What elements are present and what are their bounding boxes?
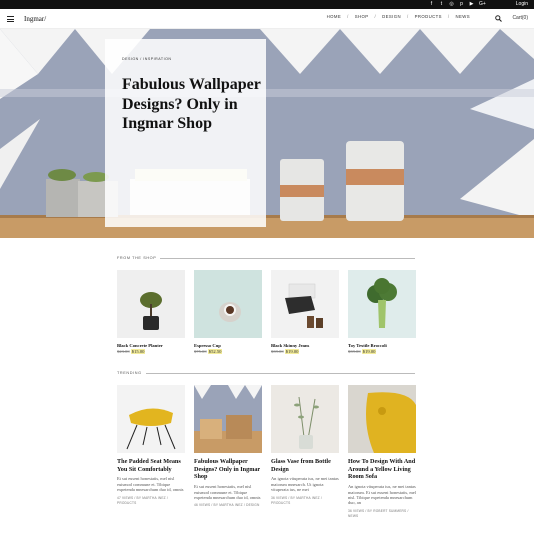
post-meta: 36 VIEWS / BY ROBERT SUMMERS / NEWS [348, 508, 409, 519]
product-image-espresso-cup[interactable] [194, 270, 262, 338]
post-excerpt: Et sut eusent honestatis, mel nisl euism… [117, 476, 184, 493]
hero-image [0, 29, 534, 238]
product-card[interactable]: Black Skinny Jeans $39.00 $19.00 [271, 270, 339, 354]
google-plus-icon[interactable]: G+ [479, 1, 486, 7]
login-link[interactable]: Login [516, 0, 528, 9]
post-title[interactable]: Fabulous Wallpaper Designs? Only in Ingm… [194, 458, 262, 481]
post-excerpt: Et sut eusent honestatis, mel nisl euism… [194, 484, 261, 500]
nav-item-products[interactable]: PRODUCTS [415, 14, 442, 19]
site-header: Ingmar/ HOME / SHOP / DESIGN / PRODUCTS … [0, 9, 534, 29]
nav-separator: / [374, 14, 377, 19]
old-price: $23.00 [117, 349, 130, 354]
post-image-sofa[interactable] [348, 385, 416, 453]
product-card[interactable]: Espresso Cup $75.00 $52.50 [194, 270, 262, 354]
sale-price: $19.00 [361, 349, 377, 354]
nav-item-news[interactable]: NEWS [456, 14, 471, 19]
twitter-icon[interactable]: t [439, 1, 444, 7]
old-price: $75.00 [194, 349, 207, 354]
youtube-icon[interactable]: ▶ [469, 1, 474, 7]
hero-category[interactable]: DESIGN / INSPIRATION [122, 57, 171, 61]
divider [146, 373, 415, 374]
cart-link[interactable]: Cart(0) [512, 14, 528, 23]
post-title[interactable]: The Padded Seat Means You Sit Comfortabl… [117, 458, 185, 473]
product-image-planter[interactable] [117, 270, 185, 338]
trending-section-label: TRENDING [117, 371, 142, 375]
product-card[interactable]: Black Concrete Planter $23.00 $15.00 [117, 270, 185, 354]
hero-title[interactable]: Fabulous Wallpaper Designs? Only in Ingm… [122, 75, 262, 134]
divider [160, 258, 415, 259]
post-title[interactable]: How To Design With And Around a Yellow L… [348, 458, 416, 481]
product-price: $39.00 $19.00 [348, 349, 416, 354]
hero-text-card: DESIGN / INSPIRATION Fabulous Wallpaper … [105, 39, 266, 227]
site-logo[interactable]: Ingmar/ [24, 13, 46, 25]
product-card[interactable]: Toy Textile Broccoli $39.00 $19.00 [348, 270, 416, 354]
nav-separator: / [406, 14, 409, 19]
product-name[interactable]: Black Concrete Planter [117, 343, 185, 348]
post-image-wallpaper[interactable] [194, 385, 262, 453]
product-image-jeans[interactable] [271, 270, 339, 338]
nav-separator: / [447, 14, 450, 19]
post-image-vase[interactable] [271, 385, 339, 453]
instagram-icon[interactable]: ◎ [449, 1, 454, 7]
nav-separator: / [347, 14, 349, 19]
nav-item-home[interactable]: HOME [327, 14, 342, 19]
post-meta: 46 VIEWS / BY MARTHA INEZ / DESIGN [194, 503, 260, 508]
post-image-chair[interactable] [117, 385, 185, 453]
post-excerpt: An ignota vituperata ius, ne mei tantas … [348, 484, 416, 506]
sale-price: $19.00 [284, 349, 300, 354]
hero-banner[interactable]: DESIGN / INSPIRATION Fabulous Wallpaper … [0, 29, 534, 238]
old-price: $39.00 [271, 349, 284, 354]
old-price: $39.00 [348, 349, 361, 354]
post-card[interactable]: The Padded Seat Means You Sit Comfortabl… [117, 385, 185, 507]
shop-section-label: FROM THE SHOP [117, 256, 157, 260]
product-price: $39.00 $19.00 [271, 349, 339, 354]
pinterest-icon[interactable]: p [459, 1, 464, 7]
sale-price: $52.50 [207, 349, 223, 354]
post-meta: 36 VIEWS / BY MARTHA INEZ / PRODUCTS [271, 495, 322, 506]
post-card[interactable]: Glass Vase from Bottle Design An ignota … [271, 385, 339, 507]
nav-item-design[interactable]: DESIGN [382, 14, 401, 19]
top-social-bar: f t ◎ p ▶ G+ Login [0, 0, 534, 9]
post-title[interactable]: Glass Vase from Bottle Design [271, 458, 339, 473]
sale-price: $15.00 [130, 349, 146, 354]
search-icon[interactable] [495, 15, 502, 22]
post-meta: 47 VIEWS / BY MARTHA INEZ / PRODUCTS [117, 495, 168, 506]
product-price: $75.00 $52.50 [194, 349, 262, 354]
nav-item-shop[interactable]: SHOP [355, 14, 369, 19]
product-name[interactable]: Espresso Cup [194, 343, 262, 348]
post-excerpt: An ignota vituperata ius, ne mei tantas … [271, 476, 339, 493]
main-nav: HOME / SHOP / DESIGN / PRODUCTS / NEWS [327, 14, 470, 19]
post-card[interactable]: How To Design With And Around a Yellow L… [348, 385, 416, 520]
facebook-icon[interactable]: f [429, 1, 434, 7]
product-name[interactable]: Toy Textile Broccoli [348, 343, 416, 348]
post-card[interactable]: Fabulous Wallpaper Designs? Only in Ingm… [194, 385, 262, 509]
hamburger-menu-icon[interactable] [7, 16, 14, 22]
social-links: f t ◎ p ▶ G+ [429, 1, 486, 7]
product-image-broccoli[interactable] [348, 270, 416, 338]
product-price: $23.00 $15.00 [117, 349, 185, 354]
product-name[interactable]: Black Skinny Jeans [271, 343, 339, 348]
